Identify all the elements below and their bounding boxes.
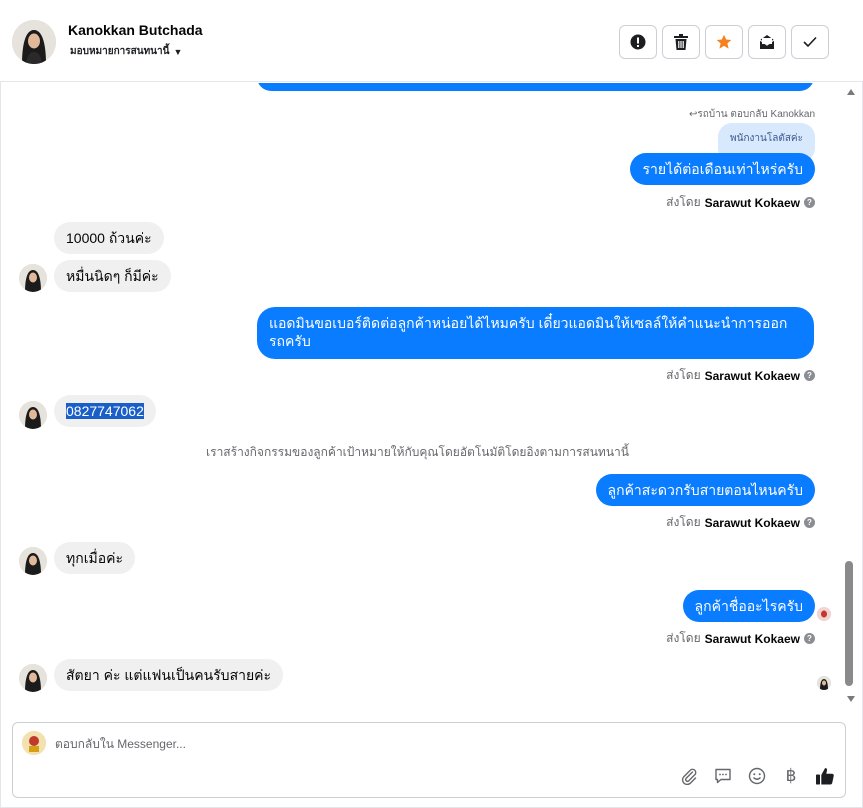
reply-context-note: ↩รถบ้าน ตอบกลับ Kanokkan xyxy=(688,109,815,120)
message-bubble-incoming[interactable]: สัตยา ค่ะ แต่แฟนเป็นคนรับสายค่ะ xyxy=(54,659,284,691)
sender-name: Sarawut Kokaew xyxy=(704,195,800,210)
payment-button[interactable]: ฿ xyxy=(781,765,801,787)
assign-label: มอบหมายการสนทนานี้ xyxy=(70,46,170,57)
report-icon xyxy=(630,34,646,50)
sent-by-label: ส่งโดย Sarawut Kokaew ? xyxy=(666,513,815,532)
scroll-up-arrow-icon[interactable] xyxy=(847,89,855,95)
contact-avatar-small xyxy=(19,264,47,292)
sender-name: Sarawut Kokaew xyxy=(704,368,800,383)
emoji-button[interactable] xyxy=(747,765,767,787)
help-icon[interactable]: ? xyxy=(804,517,815,528)
saved-replies-button[interactable] xyxy=(713,765,733,787)
sent-by-label: ส่งโดย Sarawut Kokaew ? xyxy=(666,366,815,385)
message-bubble-outgoing[interactable]: ลูกค้าสะดวกรับสายตอนไหนครับ xyxy=(595,474,815,506)
attachment-icon xyxy=(681,768,697,785)
star-button[interactable] xyxy=(705,25,743,59)
delete-button[interactable] xyxy=(662,25,700,59)
scrollbar[interactable] xyxy=(845,83,857,708)
phone-number[interactable]: 0827747062 xyxy=(66,403,144,419)
trash-icon xyxy=(674,34,688,50)
sent-by-label: ส่งโดย Sarawut Kokaew ? xyxy=(666,193,815,212)
message-thread[interactable]: ↩รถบ้าน ตอบกลับ Kanokkan พนักงานโลตัสค่ะ… xyxy=(0,83,845,708)
message-bubble-incoming[interactable]: 0827747062 xyxy=(54,395,156,427)
emoji-icon xyxy=(748,767,766,785)
mark-done-button[interactable] xyxy=(791,25,829,59)
like-button[interactable] xyxy=(815,765,835,787)
mark-unread-icon xyxy=(759,35,775,49)
scroll-down-arrow-icon[interactable] xyxy=(847,696,855,702)
help-icon[interactable]: ? xyxy=(804,633,815,644)
like-icon xyxy=(816,768,834,785)
sent-by-label: ส่งโดย Sarawut Kokaew ? xyxy=(666,629,815,648)
saved-replies-icon xyxy=(715,768,731,784)
message-bubble-outgoing[interactable]: ลูกค้าชื่ออะไรครับ xyxy=(682,590,815,622)
seen-by-avatar xyxy=(817,607,831,621)
conversation-header: Kanokkan Butchada มอบหมายการสนทนานี้ ▼ xyxy=(0,0,863,82)
report-button[interactable] xyxy=(619,25,657,59)
message-bubble-outgoing[interactable]: แอดมินขอเบอร์ติดต่อลูกค้าหน่อยได้ไหมครับ… xyxy=(257,307,814,359)
system-note: เราสร้างกิจกรรมของลูกค้าเป้าหมายให้กับคุ… xyxy=(206,445,629,459)
contact-name: Kanokkan Butchada xyxy=(68,22,203,38)
message-bubble-incoming[interactable]: 10000 ถ้วนค่ะ xyxy=(54,222,164,254)
baht-icon: ฿ xyxy=(785,766,797,785)
check-icon xyxy=(803,36,817,48)
page-avatar xyxy=(22,731,46,755)
assign-conversation-dropdown[interactable]: มอบหมายการสนทนานี้ ▼ xyxy=(70,44,182,59)
message-composer: ฿ xyxy=(12,722,846,798)
help-icon[interactable]: ? xyxy=(804,197,815,208)
message-bubble-incoming[interactable]: ทุกเมื่อค่ะ xyxy=(54,542,136,574)
sender-name: Sarawut Kokaew xyxy=(704,515,800,530)
mark-unread-button[interactable] xyxy=(748,25,786,59)
conversation-actions xyxy=(619,25,829,59)
message-bubble-outgoing[interactable]: รายได้ต่อเดือนเท่าไหร่ครับ xyxy=(630,153,815,185)
caret-down-icon: ▼ xyxy=(173,46,183,57)
message-bubble-incoming[interactable]: หมื่นนิดๆ ก็มีค่ะ xyxy=(54,260,171,292)
star-icon xyxy=(716,34,732,49)
sender-name: Sarawut Kokaew xyxy=(704,631,800,646)
composer-tools: ฿ xyxy=(679,765,835,787)
contact-avatar-small xyxy=(19,401,47,429)
seen-by-avatar xyxy=(817,676,831,690)
contact-avatar[interactable] xyxy=(12,20,56,64)
attachment-button[interactable] xyxy=(679,765,699,787)
contact-avatar-small xyxy=(19,664,47,692)
help-icon[interactable]: ? xyxy=(804,370,815,381)
reply-input[interactable] xyxy=(55,733,755,755)
message-bubble-outgoing[interactable] xyxy=(257,83,814,91)
contact-avatar-small xyxy=(19,547,47,575)
scrollbar-thumb[interactable] xyxy=(845,561,853,686)
